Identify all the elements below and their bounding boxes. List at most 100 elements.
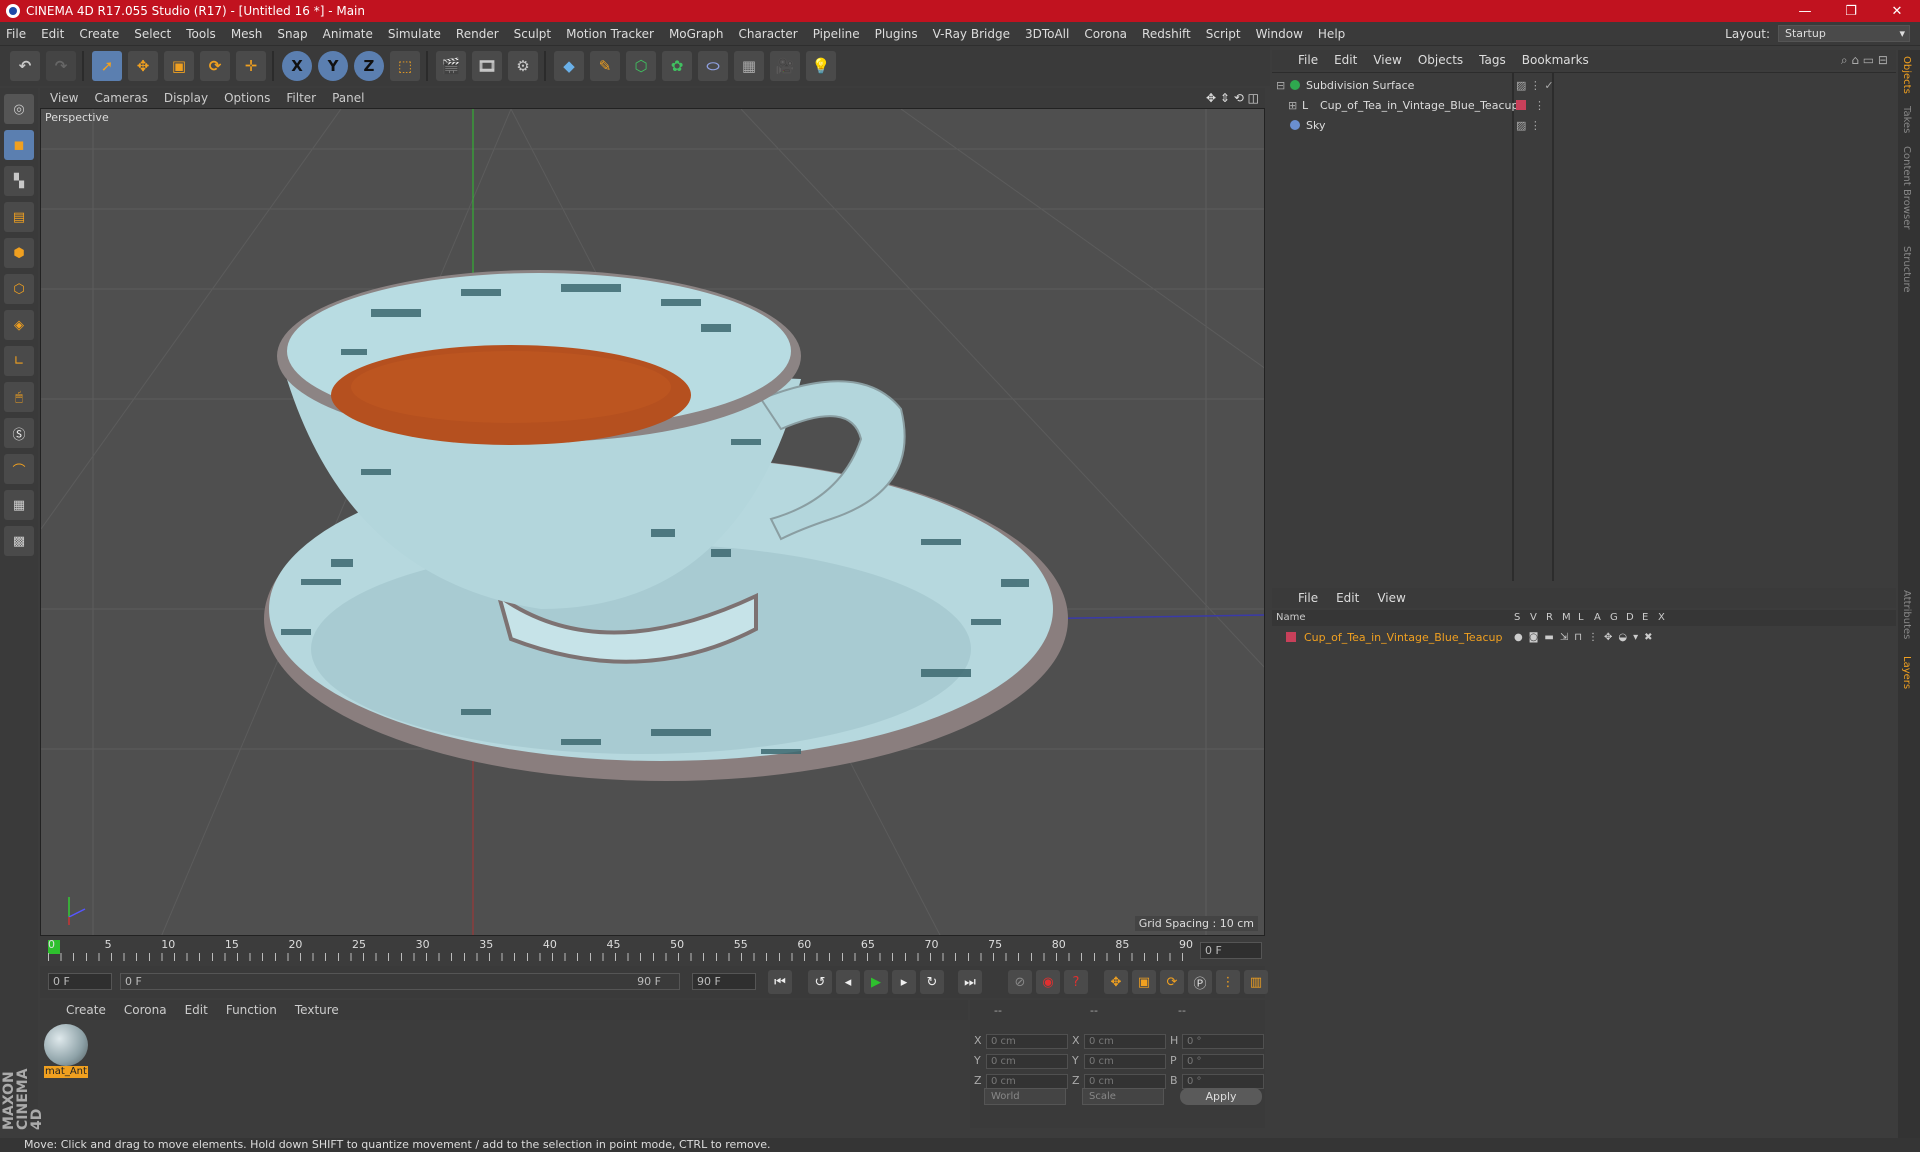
tweak-mode-icon[interactable]: 🖱 [4,382,34,412]
menu-plugins[interactable]: Plugins [875,27,918,41]
restore-icon[interactable]: ❐ [1828,4,1874,19]
menu-select[interactable]: Select [134,27,171,41]
world-dropdown[interactable]: World [984,1088,1066,1105]
layer-menu-file[interactable]: File [1298,591,1318,605]
material-menu-function[interactable]: Function [226,1003,277,1017]
object-menu-view[interactable]: View [1373,53,1401,67]
points-mode-icon[interactable]: ⬢ [4,238,34,268]
texture-mode-icon[interactable]: ▚ [4,166,34,196]
layer-menu-view[interactable]: View [1377,591,1405,605]
object-flags[interactable]: ⋮ [1534,99,1545,112]
object-flags[interactable]: ▨ ⋮ ✓ [1516,79,1554,92]
redo-icon[interactable]: ↷ [46,51,76,81]
viewport-menu-options[interactable]: Options [224,91,270,105]
layer-color-swatch[interactable] [1286,632,1296,642]
layer-toggles[interactable]: ●◙▬⇲⊓⋮✥◒▾✖ [1514,632,1659,643]
viewport-nav-icons[interactable]: ✥ ⇕ ⟲ ◫ [1206,91,1259,105]
viewport-menu-panel[interactable]: Panel [332,91,364,105]
close-icon[interactable]: ✕ [1874,4,1920,19]
size-z-field[interactable]: 0 cm [1084,1074,1166,1089]
menu-tools[interactable]: Tools [186,27,216,41]
rotation-b-field[interactable]: 0 ° [1182,1074,1264,1089]
apply-button[interactable]: Apply [1180,1088,1262,1105]
subdivision-surface-icon[interactable]: ⬡ [626,51,656,81]
render-to-picture-viewer-icon[interactable]: 🎞 [472,51,502,81]
rotation-p-field[interactable]: 0 ° [1182,1054,1264,1069]
layer-menu-edit[interactable]: Edit [1336,591,1359,605]
size-x-field[interactable]: 0 cm [1084,1034,1166,1049]
frame-range-slider[interactable]: 0 F 90 F [120,973,680,990]
rotation-h-field[interactable]: 0 ° [1182,1034,1264,1049]
record-keys-icon[interactable]: ⊘ [1008,970,1032,994]
menu-mesh[interactable]: Mesh [231,27,263,41]
object-menu-tags[interactable]: Tags [1479,53,1506,67]
current-frame-field[interactable]: 0 F [1200,942,1262,959]
object-menu-bookmarks[interactable]: Bookmarks [1522,53,1589,67]
expand-icon[interactable]: ⊞ [1288,99,1302,112]
transform-tool-icon[interactable]: ✛ [236,51,266,81]
menu-snap[interactable]: Snap [277,27,307,41]
edges-mode-icon[interactable]: ⬡ [4,274,34,304]
menu-redshift[interactable]: Redshift [1142,27,1191,41]
tab-attributes[interactable]: Attributes [1901,590,1912,639]
tab-layers[interactable]: Layers [1901,656,1912,689]
timeline-ruler[interactable]: 0 5 10 15 20 25 30 35 40 45 50 55 60 65 … [40,938,1265,962]
object-menu-file[interactable]: File [1298,53,1318,67]
viewport-menu-view[interactable]: View [50,91,78,105]
menu-edit[interactable]: Edit [41,27,64,41]
material-menu-corona[interactable]: Corona [124,1003,167,1017]
object-row-cup[interactable]: ⊞ L Cup_of_Tea_in_Vintage_Blue_Teacup ⋮ [1272,95,1896,115]
start-frame-field[interactable]: 0 F [48,973,112,990]
viewport-menu-display[interactable]: Display [164,91,208,105]
live-selection-icon[interactable]: ➚ [92,51,122,81]
material-menu-edit[interactable]: Edit [185,1003,208,1017]
scale-dropdown[interactable]: Scale [1082,1088,1164,1105]
viewport-menu-filter[interactable]: Filter [286,91,316,105]
menu-sculpt[interactable]: Sculpt [514,27,551,41]
tab-objects[interactable]: Objects [1901,56,1912,94]
previous-frame-icon[interactable]: ◂ [836,970,860,994]
object-row-sky[interactable]: Sky ▨ ⋮ [1272,115,1896,135]
render-view-icon[interactable]: 🎬 [436,51,466,81]
go-to-end-icon[interactable]: ⏭ [958,970,982,994]
material-menu-texture[interactable]: Texture [295,1003,339,1017]
key-position-icon[interactable]: ✥ [1104,970,1128,994]
menu-character[interactable]: Character [738,27,797,41]
position-x-field[interactable]: 0 cm [986,1034,1068,1049]
polygons-mode-icon[interactable]: ◈ [4,310,34,340]
next-frame-icon[interactable]: ▸ [892,970,916,994]
keyframe-selection-icon[interactable]: ? [1064,970,1088,994]
next-key-icon[interactable]: ↻ [920,970,944,994]
end-frame-field[interactable]: 90 F [692,973,756,990]
menu-corona[interactable]: Corona [1084,27,1127,41]
timeline-window-icon[interactable]: ▥ [1244,970,1268,994]
menu-simulate[interactable]: Simulate [388,27,441,41]
perspective-viewport[interactable]: Perspective Grid Spacing : 10 cm [40,108,1265,936]
object-menu-objects[interactable]: Objects [1418,53,1463,67]
menu-vray-bridge[interactable]: V-Ray Bridge [933,27,1010,41]
menu-mograph[interactable]: MoGraph [669,27,724,41]
z-axis-lock-button[interactable]: Z [354,51,384,81]
solo-icon[interactable]: Ⓢ [4,418,34,448]
scale-tool-icon[interactable]: ▣ [164,51,194,81]
object-menu-edit[interactable]: Edit [1334,53,1357,67]
model-mode-icon[interactable]: ◼ [4,130,34,160]
viewport-menu-cameras[interactable]: Cameras [94,91,147,105]
x-axis-lock-button[interactable]: X [282,51,312,81]
menu-motion-tracker[interactable]: Motion Tracker [566,27,654,41]
array-icon[interactable]: ✿ [662,51,692,81]
go-to-start-icon[interactable]: ⏮ [768,970,792,994]
tab-structure[interactable]: Structure [1901,246,1912,293]
pen-spline-icon[interactable]: ✎ [590,51,620,81]
position-y-field[interactable]: 0 cm [986,1054,1068,1069]
minimize-icon[interactable]: — [1782,4,1828,19]
object-row-subdivision[interactable]: ⊟ Subdivision Surface ▨ ⋮ ✓ [1272,75,1896,95]
cube-primitive-icon[interactable]: ◆ [554,51,584,81]
key-parameter-icon[interactable]: Ⓟ [1188,970,1212,994]
locked-workplane-icon[interactable]: ▩ [4,526,34,556]
tab-content-browser[interactable]: Content Browser [1901,146,1912,229]
material-menu-create[interactable]: Create [66,1003,106,1017]
make-editable-icon[interactable]: ◎ [4,94,34,124]
layer-color-swatch[interactable] [1516,100,1526,110]
tab-takes[interactable]: Takes [1901,106,1912,133]
